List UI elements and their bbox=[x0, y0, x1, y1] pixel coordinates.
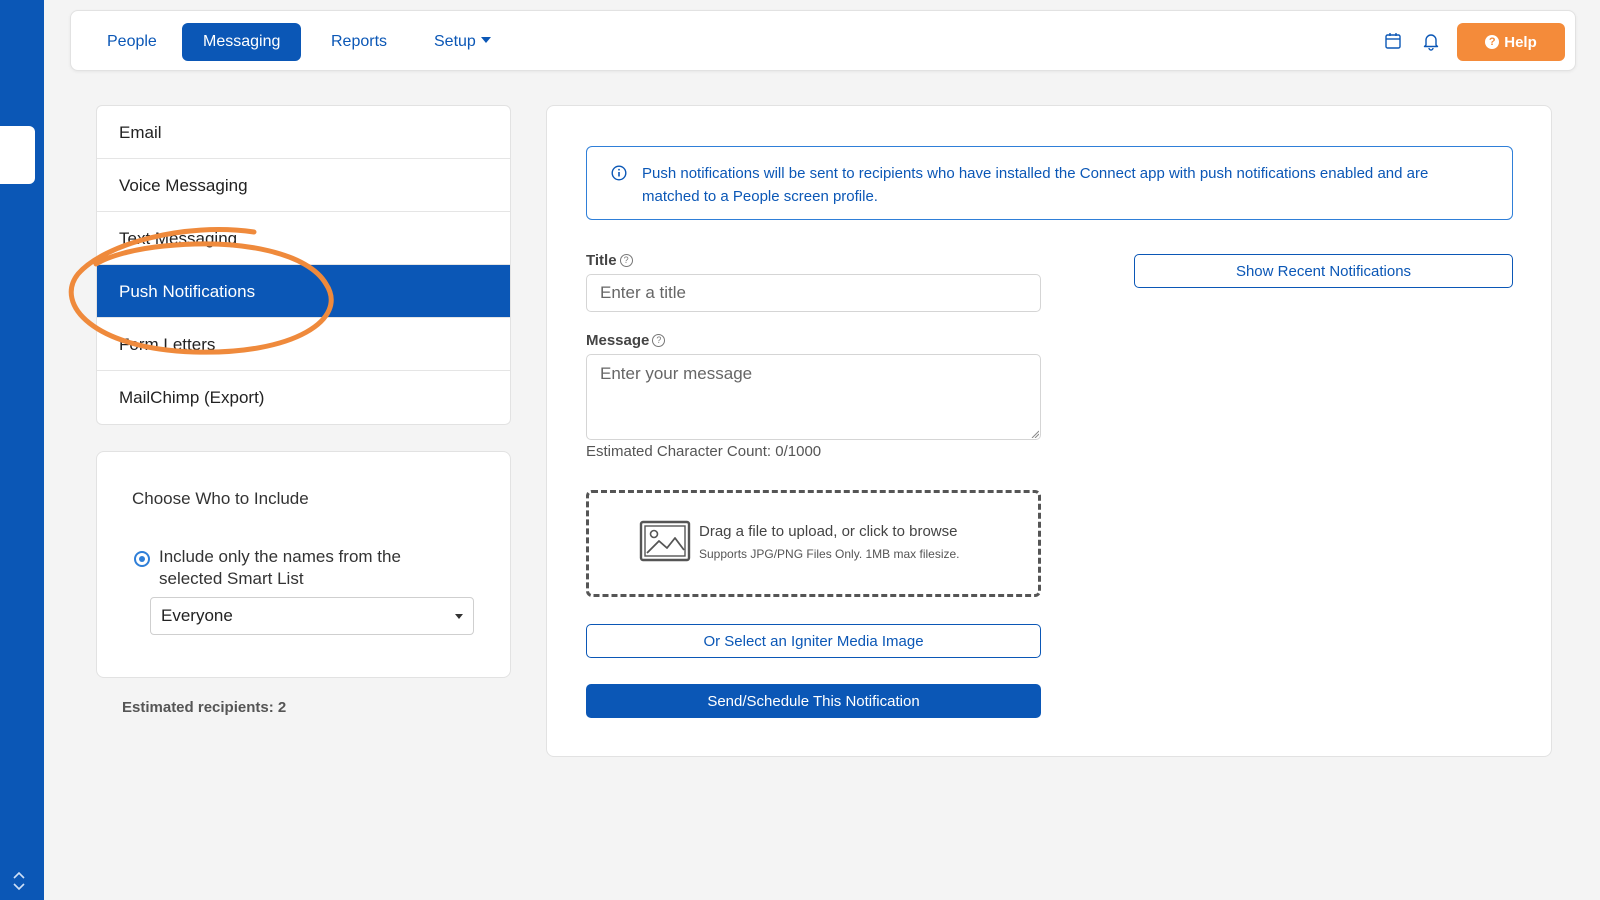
upload-sub-text: Supports JPG/PNG Files Only. 1MB max fil… bbox=[699, 547, 960, 561]
chevron-up-down-icon[interactable] bbox=[10, 870, 28, 892]
nav-people[interactable]: People bbox=[86, 23, 178, 61]
smart-list-select[interactable]: Everyone bbox=[150, 597, 474, 635]
menu-item-text-messaging[interactable]: Text Messaging bbox=[97, 212, 510, 265]
include-panel: Choose Who to Include Include only the n… bbox=[96, 451, 511, 678]
image-icon bbox=[639, 520, 691, 562]
file-dropzone[interactable]: Drag a file to upload, or click to brows… bbox=[586, 490, 1041, 597]
character-count: Estimated Character Count: 0/1000 bbox=[586, 443, 822, 460]
caret-down-icon bbox=[455, 614, 463, 619]
smart-list-value: Everyone bbox=[161, 606, 233, 625]
nav-setup-label: Setup bbox=[434, 33, 476, 50]
nav-setup[interactable]: Setup bbox=[413, 23, 512, 61]
help-question-icon[interactable]: ? bbox=[652, 333, 666, 347]
message-label: Message? bbox=[586, 332, 666, 349]
calendar-icon[interactable] bbox=[1383, 31, 1403, 51]
question-circle-icon: ? bbox=[1485, 35, 1500, 49]
messaging-menu: Email Voice Messaging Text Messaging Pus… bbox=[96, 105, 511, 425]
title-input[interactable] bbox=[586, 274, 1041, 312]
smart-list-radio-label[interactable]: Include only the names from the selected… bbox=[159, 546, 459, 590]
include-title: Choose Who to Include bbox=[132, 489, 309, 508]
info-alert: Push notifications will be sent to recip… bbox=[586, 146, 1513, 220]
smart-list-radio[interactable] bbox=[134, 551, 150, 567]
message-label-text: Message bbox=[586, 332, 650, 349]
menu-item-email[interactable]: Email bbox=[97, 106, 510, 159]
show-recent-notifications-button[interactable]: Show Recent Notifications bbox=[1134, 254, 1513, 288]
help-label: Help bbox=[1504, 33, 1537, 51]
nav-messaging[interactable]: Messaging bbox=[182, 23, 302, 61]
estimated-recipients: Estimated recipients: 2 bbox=[122, 699, 287, 716]
info-text: Push notifications will be sent to recip… bbox=[642, 165, 1429, 205]
top-navigation: People Messaging Reports Setup ? Help bbox=[70, 10, 1576, 71]
menu-item-mailchimp-export[interactable]: MailChimp (Export) bbox=[97, 371, 510, 424]
help-button[interactable]: ? Help bbox=[1457, 23, 1565, 61]
upload-main-text: Drag a file to upload, or click to brows… bbox=[699, 523, 958, 540]
caret-down-icon bbox=[480, 36, 491, 43]
bell-icon[interactable] bbox=[1421, 31, 1441, 51]
title-label-text: Title bbox=[586, 252, 617, 269]
send-schedule-button[interactable]: Send/Schedule This Notification bbox=[586, 684, 1041, 718]
nav-reports[interactable]: Reports bbox=[310, 23, 408, 61]
menu-item-voice-messaging[interactable]: Voice Messaging bbox=[97, 159, 510, 212]
menu-item-form-letters[interactable]: Form Letters bbox=[97, 318, 510, 371]
push-notification-form: Push notifications will be sent to recip… bbox=[546, 105, 1552, 757]
info-icon bbox=[611, 165, 627, 181]
help-question-icon[interactable]: ? bbox=[619, 253, 633, 267]
message-textarea[interactable] bbox=[586, 354, 1041, 440]
title-label: Title? bbox=[586, 252, 633, 269]
igniter-media-button[interactable]: Or Select an Igniter Media Image bbox=[586, 624, 1041, 658]
menu-item-push-notifications[interactable]: Push Notifications bbox=[97, 265, 510, 318]
left-rail bbox=[0, 0, 44, 900]
resize-grip-icon[interactable] bbox=[1031, 430, 1039, 438]
rail-tab[interactable] bbox=[0, 126, 35, 184]
